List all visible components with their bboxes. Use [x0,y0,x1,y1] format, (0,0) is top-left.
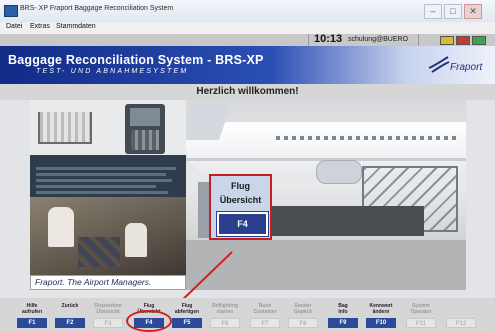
welcome-heading: Herzlich willkommen! [196,86,299,97]
function-key-bar: Hilfe aufrufen F1 Zurück F2 Disposition Üb… [0,298,495,332]
callout-label-line1: Flug [231,181,250,191]
fkey-label: Gepäck [293,309,313,315]
f10-button[interactable]: F10 [366,318,396,328]
status-led-icon [456,36,470,45]
screen-table-image [30,155,186,197]
fkey-f7-rush-container[interactable]: Rush Container F7 [246,298,284,332]
fkey-label: ändern [372,309,390,315]
collage-image: Fraport. The Airport Managers. [30,100,186,290]
f3-button[interactable]: F3 [93,318,123,328]
f7-button[interactable]: F7 [250,318,280,328]
fkey-label: abfertigen [174,309,200,315]
fkey-label: Info [338,309,348,315]
f12-button[interactable]: F12 [446,318,476,328]
app-window: BRS- XP Fraport Baggage Reconciliation S… [0,0,495,332]
slogan-box: Fraport. The Airport Managers. [30,275,186,290]
baggage-handling-photo [30,197,186,275]
fkey-f10-kennwort[interactable]: Kennwort ändern F10 [362,298,400,332]
slogan-text: Fraport. The Airport Managers. [35,277,152,287]
handheld-scanner-image [125,104,165,154]
status-bar: 10:13 schulung@BUERO [0,33,495,46]
header-banner: Baggage Reconciliation System - BRS-XP T… [0,46,495,84]
f11-button[interactable]: F11 [406,318,436,328]
title-bar: BRS- XP Fraport Baggage Reconciliation S… [0,0,495,22]
f6-button[interactable]: F6 [210,318,240,328]
f9-button[interactable]: F9 [328,318,358,328]
fkey-f9-bag-info[interactable]: Bag Info F9 [324,298,362,332]
menu-extras[interactable]: Extras [30,23,50,30]
f4-highlight-circle [126,310,172,332]
fkey-label: starten [216,309,234,315]
f5-button[interactable]: F5 [172,318,202,328]
maximize-button[interactable]: □ [444,4,462,19]
fkey-f11-system-operator[interactable]: System Operator F11 [402,298,440,332]
fkey-label: Zurück [61,303,79,309]
window-title: BRS- XP Fraport Baggage Reconciliation S… [20,5,174,12]
fkey-label: aufrufen [22,309,42,315]
plane-logo-icon [428,56,450,73]
fkey-label: Operator [410,309,432,315]
f1-button[interactable]: F1 [17,318,47,328]
fkey-f2-zurueck[interactable]: Zurück F2 [51,298,89,332]
callout-f4-key: F4 [217,212,268,236]
user-label: schulung@BUERO [348,36,409,43]
fkey-f6-reflighting[interactable]: Reflighting starten F6 [206,298,244,332]
app-title: Baggage Reconciliation System - BRS-XP [8,53,264,67]
fraport-logo: Fraport [428,54,492,78]
app-subtitle: TEST- UND ABNAHMESYSTEM [36,68,189,75]
f8-button[interactable]: F8 [288,318,318,328]
status-led-icon [440,36,454,45]
divider [308,34,309,46]
fkey-label: Übersicht [96,309,120,315]
fkey-f8-sondergepaeck[interactable]: Sonder Gepäck F8 [284,298,322,332]
menu-datei[interactable]: Datei [6,23,22,30]
fkey-f1-hilfe[interactable]: Hilfe aufrufen F1 [13,298,51,332]
f2-button[interactable]: F2 [55,318,85,328]
baggage-cart-image [38,112,92,144]
fkey-label: Container [253,309,277,315]
close-button[interactable]: ✕ [464,4,482,19]
baggage-dolly-image [264,206,424,236]
status-led-icon [472,36,486,45]
fkey-f12[interactable]: F12 [442,298,480,332]
fkey-f5-flug-abfertigen[interactable]: Flug abfertigen F5 [168,298,206,332]
equipment-photo [30,100,186,155]
divider [418,34,419,46]
clock: 10:13 [314,33,343,45]
fkey-f3-disposition[interactable]: Disposition Übersicht F3 [89,298,127,332]
app-icon [4,5,18,17]
menu-stammdaten[interactable]: Stammdaten [56,23,96,30]
minimize-button[interactable]: ‒ [424,4,442,19]
flight-overview-callout: Flug Übersicht F4 [209,174,272,240]
callout-label-line2: Übersicht [219,195,262,205]
logo-text: Fraport [450,62,483,73]
